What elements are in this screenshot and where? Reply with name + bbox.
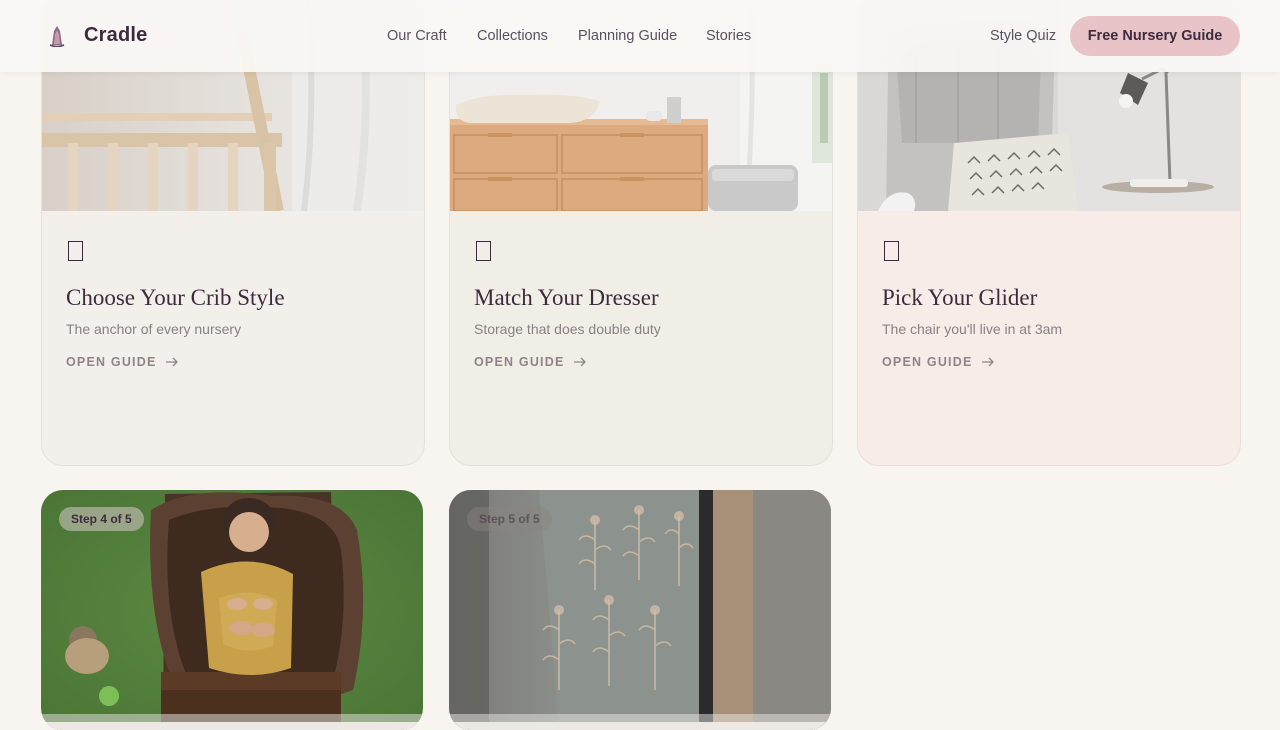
nav-collections[interactable]: Collections (477, 28, 548, 44)
brand-name[interactable]: Cradle (84, 24, 147, 47)
card-subtitle: The chair you'll live in at 3am (882, 321, 1063, 337)
card-content-strip (449, 722, 831, 730)
rocking-horse-icon (49, 26, 65, 47)
card-title: Match Your Dresser (474, 285, 659, 310)
card-content-strip (41, 722, 423, 730)
free-guide-button[interactable]: Free Nursery Guide (1070, 16, 1240, 56)
nav-stories[interactable]: Stories (706, 28, 751, 44)
guide-icon (476, 241, 491, 261)
arrow-right-icon (573, 357, 586, 367)
step-badge: Step 4 of 5 (59, 507, 144, 531)
card-subtitle: The anchor of every nursery (66, 321, 242, 337)
card-subtitle: Storage that does double duty (474, 321, 661, 337)
open-guide-label: OPEN GUIDE (474, 355, 565, 369)
guide-icon (68, 241, 83, 261)
logo[interactable] (48, 25, 66, 47)
open-guide-link[interactable]: OPEN GUIDE (474, 355, 587, 369)
step-badge: Step 5 of 5 (467, 507, 552, 531)
card-title: Choose Your Crib Style (66, 285, 285, 310)
nav-planning-guide[interactable]: Planning Guide (578, 28, 677, 44)
guide-icon (884, 241, 899, 261)
open-guide-label: OPEN GUIDE (882, 355, 973, 369)
open-guide-label: OPEN GUIDE (66, 355, 157, 369)
arrow-right-icon (165, 357, 178, 367)
site-header: Cradle Our Craft Collections Planning Gu… (0, 0, 1280, 72)
step-card-4[interactable]: Step 4 of 5 (41, 490, 423, 730)
card-title: Pick Your Glider (882, 285, 1038, 310)
arrow-right-icon (981, 357, 994, 367)
style-quiz-link[interactable]: Style Quiz (990, 28, 1056, 44)
open-guide-link[interactable]: OPEN GUIDE (882, 355, 995, 369)
open-guide-link[interactable]: OPEN GUIDE (66, 355, 179, 369)
nav-our-craft[interactable]: Our Craft (387, 28, 447, 44)
step-card-5[interactable]: Step 5 of 5 (449, 490, 831, 730)
